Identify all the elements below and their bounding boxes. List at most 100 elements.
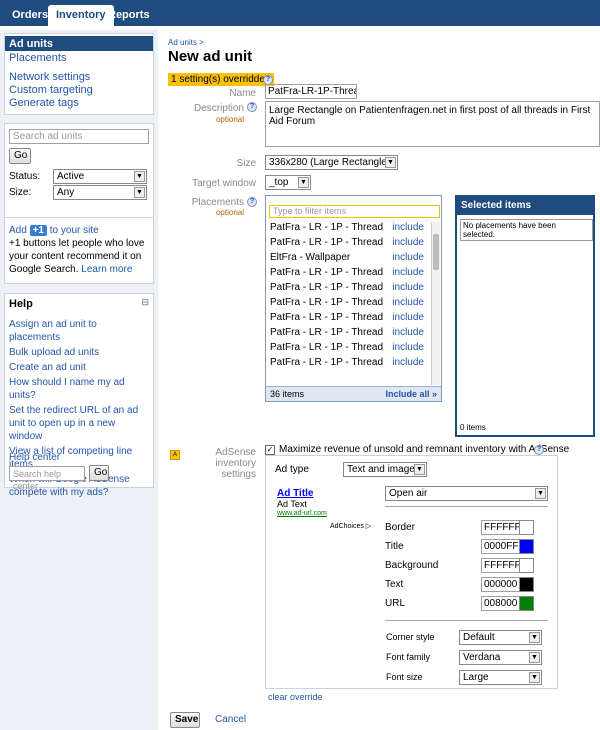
help-icon[interactable]: ? — [247, 197, 257, 207]
collapse-icon[interactable]: ⊟ — [141, 297, 149, 308]
include-link[interactable]: include — [392, 252, 424, 263]
placement-row: PatFra - LR - 1P - Thread include — [270, 327, 432, 342]
save-button[interactable]: Save — [170, 712, 200, 728]
help-link[interactable]: Assign an ad unit to placements — [9, 318, 149, 344]
placement-name: PatFra - LR - 1P - Thread — [270, 297, 384, 308]
maximize-checkbox[interactable]: ✓ — [265, 445, 275, 455]
tab-reports[interactable]: Reports — [100, 5, 158, 26]
color-swatch[interactable] — [519, 558, 534, 573]
selected-count: 0 items — [460, 423, 486, 432]
color-label: URL — [385, 598, 406, 609]
help-link[interactable]: Create an ad unit — [9, 361, 149, 374]
chevron-down-icon: ▼ — [134, 171, 145, 182]
target-window-label: Target window — [192, 178, 256, 189]
placement-name: PatFra - LR - 1P - Thread — [270, 312, 384, 323]
plusone-icon: +1 — [29, 225, 47, 236]
ad-type-label: Ad type — [275, 464, 309, 475]
sidebar-item-custom-targeting[interactable]: Custom targeting — [5, 83, 153, 96]
chevron-down-icon: ▼ — [414, 464, 425, 475]
breadcrumb[interactable]: Ad units > — [168, 38, 204, 47]
placement-row: PatFra - LR - 1P - Thread include — [270, 297, 432, 312]
help-go-button[interactable]: Go — [89, 465, 109, 481]
font-family-select[interactable]: Verdana ▼ — [459, 650, 542, 665]
font-size-value: Large — [463, 672, 489, 683]
help-icon[interactable]: ? — [534, 445, 544, 455]
status-value: Active — [57, 171, 85, 182]
sidebar-item-network-settings[interactable]: Network settings — [5, 70, 153, 83]
palette-select[interactable]: Open air ▼ — [385, 486, 548, 501]
search-go-button[interactable]: Go — [9, 148, 31, 164]
include-link[interactable]: include — [392, 267, 424, 278]
chevron-down-icon: ▼ — [529, 672, 540, 683]
placement-footer: 36 items Include all » — [266, 386, 441, 401]
sidebar-item-ad-units[interactable]: Ad units — [5, 36, 153, 51]
include-link[interactable]: include — [392, 237, 424, 248]
size-select[interactable]: Any ▼ — [53, 185, 147, 200]
include-link[interactable]: include — [392, 222, 424, 233]
placement-name: PatFra - LR - 1P - Thread — [270, 357, 384, 368]
include-link[interactable]: include — [392, 327, 424, 338]
placement-scrollbar[interactable] — [431, 222, 440, 385]
sidebar-item-placements[interactable]: Placements — [5, 51, 153, 64]
learn-more-link[interactable]: Learn more — [81, 264, 132, 275]
include-link[interactable]: include — [392, 312, 424, 323]
placement-name: PatFra - LR - 1P - Thread — [270, 267, 384, 278]
selected-empty-message: No placements have been selected. — [460, 219, 593, 241]
description-textarea[interactable]: Large Rectangle on Patientenfragen.net i… — [265, 101, 600, 147]
ad-preview-title: Ad Title — [277, 488, 314, 499]
help-title: Help — [9, 298, 33, 310]
divider — [385, 620, 548, 621]
include-link[interactable]: include — [392, 342, 424, 353]
target-window-select[interactable]: _top ▼ — [265, 175, 311, 190]
optional-label: optional — [215, 115, 244, 124]
chevron-down-icon: ▼ — [298, 177, 309, 188]
include-link[interactable]: include — [392, 357, 424, 368]
clear-override-link[interactable]: clear override — [268, 692, 323, 702]
top-nav-bar: Orders Inventory Reports — [0, 0, 600, 26]
status-select[interactable]: Active ▼ — [53, 169, 147, 184]
corner-style-value: Default — [463, 632, 495, 643]
ad-type-select[interactable]: Text and image ▼ — [343, 462, 427, 477]
color-label: Text — [385, 579, 404, 590]
font-size-select[interactable]: Large ▼ — [459, 670, 542, 685]
help-link[interactable]: Bulk upload ad units — [9, 346, 149, 359]
plusone-add-link[interactable]: Add +1 to your site — [9, 225, 99, 236]
size-value: Any — [57, 187, 75, 198]
placement-name: PatFra - LR - 1P - Thread — [270, 237, 384, 248]
placement-row: PatFra - LR - 1P - Thread include — [270, 282, 432, 297]
color-swatch[interactable] — [519, 539, 534, 554]
size-field-label: Size — [236, 158, 256, 169]
include-all-link[interactable]: Include all » — [385, 389, 437, 399]
help-icon[interactable]: ? — [247, 102, 257, 112]
corner-style-label: Corner style — [386, 632, 435, 642]
placement-row: PatFra - LR - 1P - Thread include — [270, 357, 432, 372]
font-family-value: Verdana — [463, 652, 501, 663]
color-swatch[interactable] — [519, 596, 534, 611]
placement-filter-input[interactable]: Type to filter items — [269, 205, 440, 218]
help-link[interactable]: How should I name my ad units? — [9, 376, 149, 402]
adsense-label: AdSense inventory settings — [215, 447, 256, 480]
size-dropdown[interactable]: 336x280 (Large Rectangle) ▼ — [265, 155, 398, 170]
placement-row: EltFra - Wallpaper include — [270, 252, 432, 267]
name-input[interactable]: PatFra-LR-1P-Threads- — [265, 84, 357, 99]
color-swatch[interactable] — [519, 520, 534, 535]
placement-name: PatFra - LR - 1P - Thread — [270, 222, 384, 233]
font-size-label: Font size — [386, 672, 423, 682]
size-label: Size: — [9, 187, 32, 198]
search-help-input[interactable]: Search help center — [9, 466, 85, 491]
include-link[interactable]: include — [392, 282, 424, 293]
chevron-down-icon: ▼ — [529, 652, 540, 663]
color-swatch[interactable] — [519, 577, 534, 592]
sidebar-item-generate-tags[interactable]: Generate tags — [5, 96, 153, 109]
corner-style-select[interactable]: Default ▼ — [459, 630, 542, 645]
plusone-promo: Add +1 to your site +1 buttons let peopl… — [4, 217, 154, 284]
help-panel: Help ⊟ Assign an ad unit to placements B… — [4, 293, 154, 498]
cancel-link[interactable]: Cancel — [215, 714, 246, 725]
include-link[interactable]: include — [392, 297, 424, 308]
ad-preview-url: www.ad-url.com — [277, 510, 327, 517]
help-center-link[interactable]: Help center — [9, 452, 60, 463]
placement-name: PatFra - LR - 1P - Thread — [270, 342, 384, 353]
search-ad-units-input[interactable]: Search ad units — [9, 129, 149, 144]
placement-row: PatFra - LR - 1P - Thread include — [270, 312, 432, 327]
help-link[interactable]: Set the redirect URL of an ad unit to op… — [9, 404, 149, 443]
